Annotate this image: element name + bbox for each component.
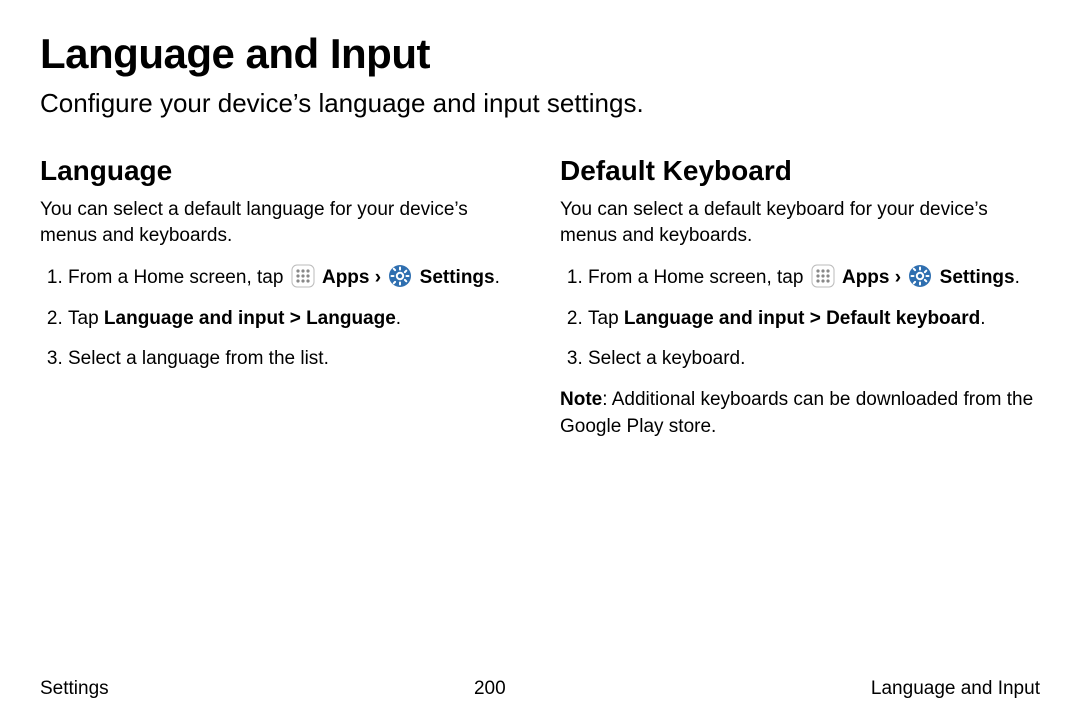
apps-label: Apps [322,267,370,288]
section-heading-keyboard: Default Keyboard [560,155,1040,187]
settings-gear-icon [908,264,932,288]
breadcrumb-separator: › [895,267,907,288]
keyboard-intro: You can select a default keyboard for yo… [560,197,1040,248]
page-footer: Settings 200 Language and Input [40,658,1040,700]
step-bold: Language and input > Language [104,308,396,329]
note-text: : Additional keyboards can be downloaded… [560,389,1033,437]
page-title: Language and Input [40,30,1040,78]
step-text: Tap [588,308,624,329]
keyboard-step-2: Tap Language and input > Default keyboar… [588,306,1040,333]
apps-grid-icon [811,264,835,288]
breadcrumb-separator: › [375,267,387,288]
language-step-1: From a Home screen, tap Apps › [68,264,520,292]
language-step-2: Tap Language and input > Language. [68,306,520,333]
settings-label: Settings [940,267,1015,288]
language-step-3: Select a language from the list. [68,346,520,373]
step-bold: Language and input > Default keyboard [624,308,980,329]
content-columns: Language You can select a default langua… [40,155,1040,658]
apps-label: Apps [842,267,890,288]
step-text: From a Home screen, tap [588,267,809,288]
keyboard-step-3: Select a keyboard. [588,346,1040,373]
language-section: Language You can select a default langua… [40,155,520,658]
settings-gear-icon [388,264,412,288]
note-label: Note [560,389,602,410]
keyboard-steps: From a Home screen, tap Apps › [560,264,1040,373]
apps-grid-icon [291,264,315,288]
period: . [1015,267,1020,288]
language-steps: From a Home screen, tap Apps › [40,264,520,373]
period: . [396,308,401,329]
page-subtitle: Configure your device’s language and inp… [40,88,1040,119]
settings-label: Settings [420,267,495,288]
language-intro: You can select a default language for yo… [40,197,520,248]
footer-right: Language and Input [871,678,1040,700]
section-heading-language: Language [40,155,520,187]
step-text: Tap [68,308,104,329]
manual-page: Language and Input Configure your device… [0,0,1080,720]
footer-page-number: 200 [474,678,506,700]
period: . [495,267,500,288]
keyboard-note: Note: Additional keyboards can be downlo… [560,387,1040,440]
keyboard-step-1: From a Home screen, tap Apps › [588,264,1040,292]
default-keyboard-section: Default Keyboard You can select a defaul… [560,155,1040,658]
footer-left: Settings [40,678,109,700]
step-text: From a Home screen, tap [68,267,289,288]
period: . [980,308,985,329]
